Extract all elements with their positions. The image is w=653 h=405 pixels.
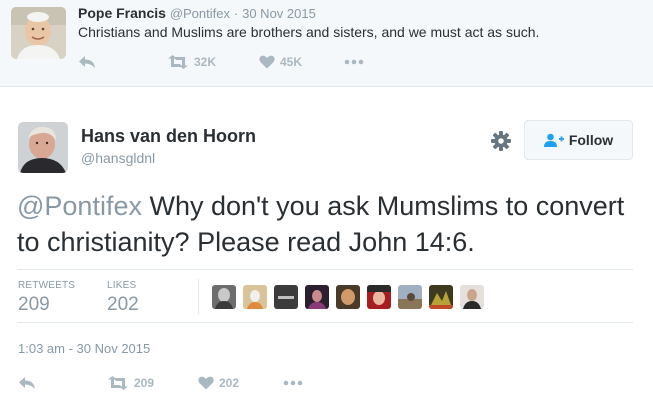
like-button[interactable]: 45K	[259, 52, 302, 72]
heart-icon	[198, 376, 214, 390]
reply-icon	[78, 55, 96, 69]
author-handle[interactable]: @hansgldnl	[81, 150, 155, 166]
parent-tweet-header: Pope Francis @Pontifex · 30 Nov 2015	[78, 5, 316, 21]
like-button[interactable]: 202	[198, 373, 239, 393]
likes-label: LIKES	[107, 280, 137, 291]
liker-avatar[interactable]	[305, 285, 329, 309]
liker-avatar[interactable]	[274, 285, 298, 309]
liker-avatar[interactable]	[243, 285, 267, 309]
retweets-label: RETWEETS	[18, 280, 76, 291]
tweet-text: @Pontifex Why don't you ask Mumslims to …	[17, 188, 637, 260]
stats-top-divider	[17, 269, 633, 270]
hans-van-den-hoorn-avatar[interactable]	[18, 122, 68, 173]
liker-avatar[interactable]	[460, 285, 484, 309]
liked-by-avatars	[212, 285, 484, 309]
parent-tweet-date[interactable]: 30 Nov 2015	[242, 6, 316, 21]
retweet-count: 209	[134, 376, 155, 390]
reply-button[interactable]	[78, 52, 96, 72]
retweet-icon	[107, 376, 129, 390]
parent-tweet-actions: 32K 45K	[78, 52, 398, 72]
liker-avatar[interactable]	[429, 285, 453, 309]
follow-label: Follow	[568, 132, 614, 148]
more-button[interactable]	[283, 373, 303, 393]
retweet-button[interactable]: 32K	[167, 52, 216, 72]
follow-button[interactable]: Follow	[524, 120, 633, 160]
mention-link[interactable]: @Pontifex	[17, 191, 142, 221]
reply-button[interactable]	[18, 373, 36, 393]
header-separator: ·	[233, 6, 239, 21]
liker-avatar[interactable]	[336, 285, 360, 309]
parent-author-name[interactable]: Pope Francis	[78, 5, 166, 21]
stats-bottom-divider	[17, 322, 633, 323]
like-count: 202	[219, 376, 240, 390]
likes-value[interactable]: 202	[107, 294, 139, 316]
retweet-count: 32K	[194, 55, 217, 69]
reply-icon	[18, 376, 36, 390]
parent-tweet[interactable]: Pope Francis @Pontifex · 30 Nov 2015 Chr…	[0, 0, 653, 87]
gear-icon[interactable]	[490, 130, 512, 152]
more-icon	[283, 380, 303, 386]
follow-user-icon	[543, 133, 564, 147]
parent-author-handle[interactable]: @Pontifex	[170, 6, 230, 21]
more-button[interactable]	[344, 52, 364, 72]
tweet-actions: 209 202	[18, 373, 338, 393]
retweet-button[interactable]: 209	[107, 373, 154, 393]
author-name[interactable]: Hans van den Hoorn	[81, 126, 256, 147]
stats-separator	[198, 279, 199, 314]
pope-francis-avatar[interactable]	[11, 7, 66, 59]
parent-tweet-text: Christians and Muslims are brothers and …	[78, 24, 540, 40]
liker-avatar[interactable]	[367, 285, 391, 309]
more-icon	[344, 59, 364, 65]
liker-avatar[interactable]	[212, 285, 236, 309]
tweet-timestamp[interactable]: 1:03 am - 30 Nov 2015	[18, 341, 150, 356]
retweet-icon	[167, 55, 189, 69]
retweets-value[interactable]: 209	[18, 294, 50, 316]
like-count: 45K	[280, 55, 303, 69]
liker-avatar[interactable]	[398, 285, 422, 309]
heart-icon	[259, 55, 275, 69]
